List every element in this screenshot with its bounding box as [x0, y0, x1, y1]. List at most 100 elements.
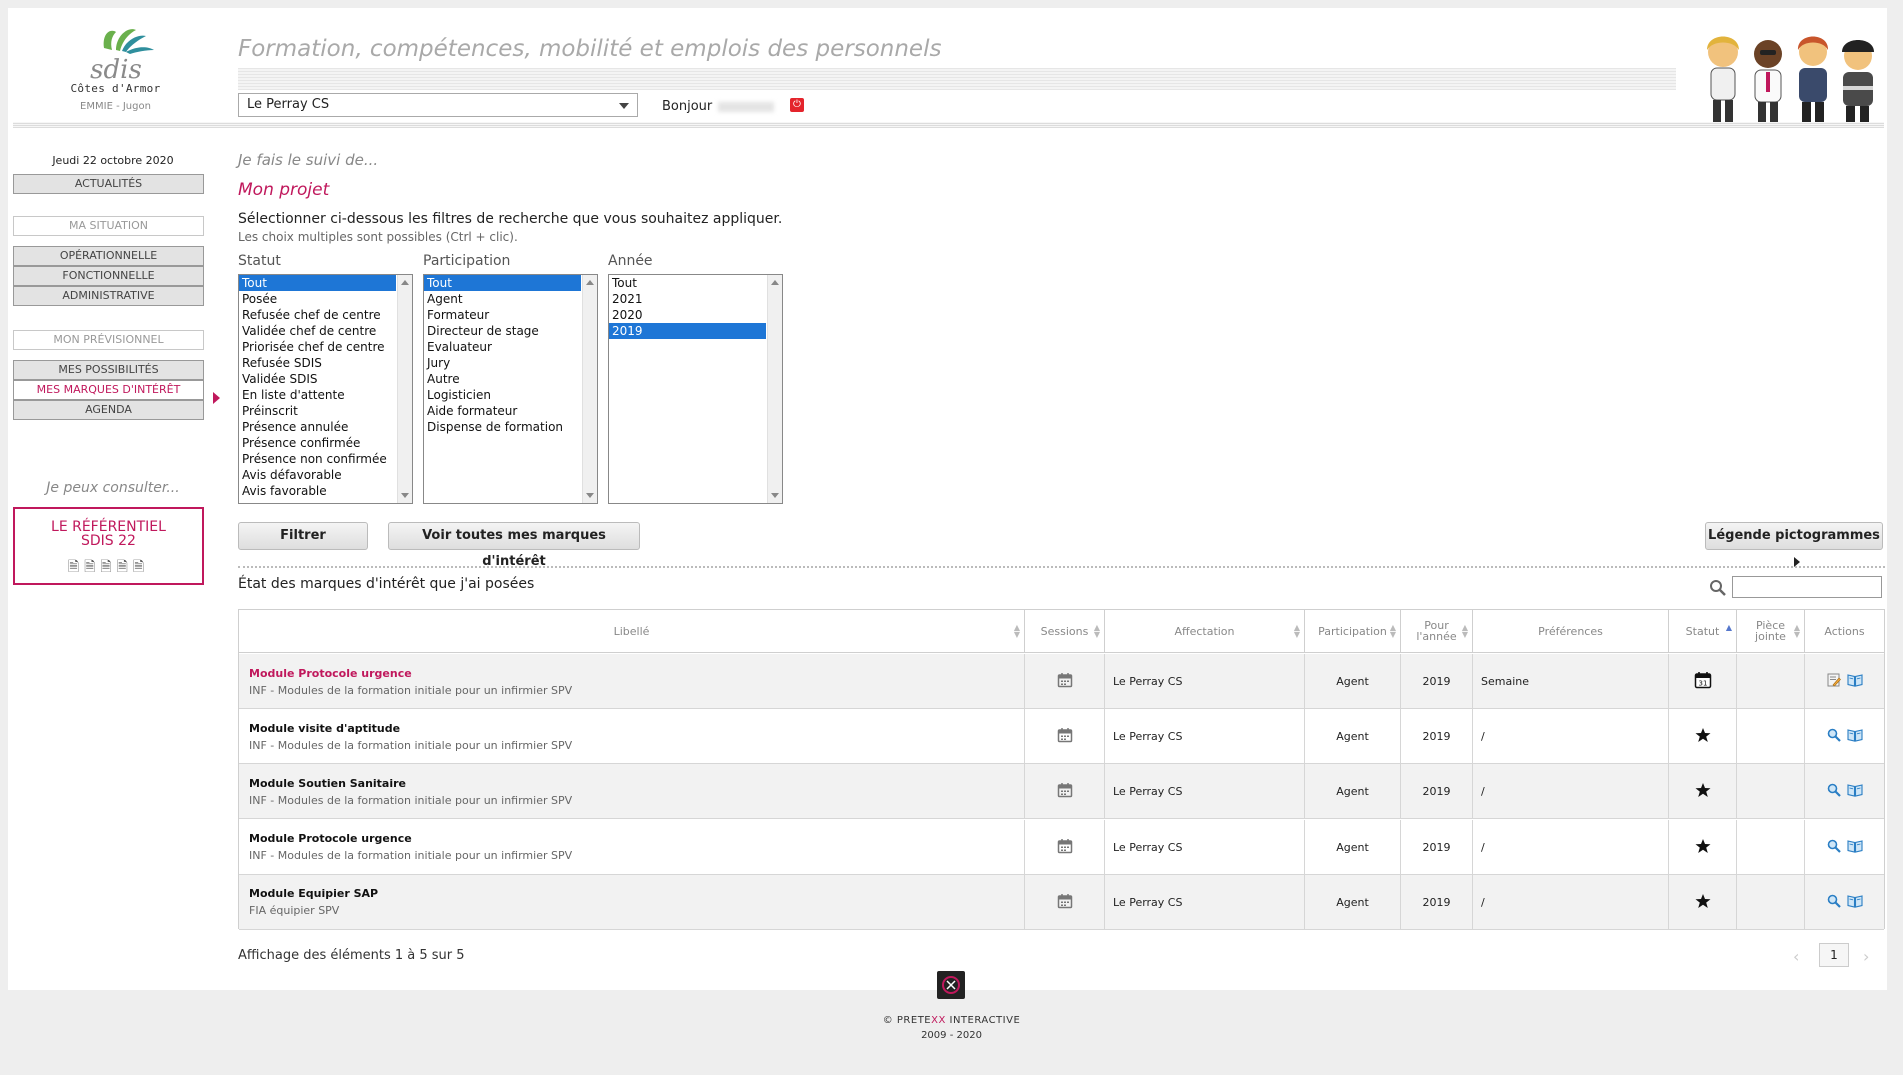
listbox-option[interactable]: Validée chef de centre [239, 323, 396, 339]
listbox-option[interactable]: En liste d'attente [239, 387, 396, 403]
book-icon[interactable] [1846, 728, 1863, 745]
sidebar-item-fonctionnelle[interactable]: FONCTIONNELLE [13, 266, 204, 286]
site-select[interactable]: Le Perray CS [238, 93, 638, 117]
pretexx-logo[interactable] [937, 971, 965, 999]
listbox-option[interactable]: Validée SDIS [239, 371, 396, 387]
listbox-option[interactable]: Directeur de stage [424, 323, 581, 339]
listbox-option[interactable]: Posée [239, 291, 396, 307]
sessions-calendar-icon[interactable] [1057, 838, 1073, 857]
sidebar-item-administrative[interactable]: ADMINISTRATIVE [13, 286, 204, 306]
view-details-icon[interactable] [1827, 839, 1841, 856]
column-header-annee[interactable]: Pour l'année ▲ ▼ [1401, 610, 1473, 653]
listbox-option[interactable]: Tout [239, 275, 396, 291]
actions-cell [1805, 875, 1884, 930]
document-icon[interactable]: 🗎 [117, 559, 133, 575]
annee-listbox[interactable]: Tout 2021 2020 2019 [608, 274, 783, 504]
listbox-option[interactable]: Tout [609, 275, 766, 291]
sidebar-item-agenda[interactable]: AGENDA [13, 400, 204, 420]
column-header-preferences[interactable]: Préférences [1473, 610, 1669, 653]
sidebar-heading-previsionnel[interactable]: MON PRÉVISIONNEL [13, 330, 204, 350]
listbox-option[interactable]: 2020 [609, 307, 766, 323]
edit-icon[interactable] [1827, 673, 1841, 690]
table-row[interactable]: Module Protocole urgence INF - Modules de… [239, 654, 1884, 709]
listbox-option[interactable]: Dispense de formation [424, 419, 581, 435]
listbox-option[interactable]: Tout [424, 275, 581, 291]
listbox-option[interactable]: Logisticien [424, 387, 581, 403]
sort-icon: ▲ ▼ [1389, 623, 1396, 639]
legend-button[interactable]: Légende pictogrammes [1705, 522, 1883, 567]
scrollbar[interactable] [767, 275, 782, 503]
listbox-option[interactable]: Préinscrit [239, 403, 396, 419]
scroll-up-icon [586, 280, 594, 285]
sessions-calendar-icon[interactable] [1057, 893, 1073, 912]
module-title[interactable]: Module Equipier SAP [249, 887, 378, 900]
scrollbar[interactable] [397, 275, 412, 503]
sidebar-heading-situation[interactable]: MA SITUATION [13, 216, 204, 236]
participation-listbox[interactable]: Tout Agent Formateur Directeur de stage Eval… [423, 274, 598, 504]
listbox-option[interactable]: Priorisée chef de centre [239, 339, 396, 355]
book-icon[interactable] [1846, 783, 1863, 800]
next-page-button[interactable]: › [1863, 947, 1869, 966]
table-row[interactable]: Module Equipier SAP FIA équipier SPV Le Pe… [239, 874, 1884, 930]
sidebar-item-marques-interet[interactable]: MES MARQUES D'INTÉRÊT [13, 380, 204, 400]
book-icon[interactable] [1846, 894, 1863, 911]
listbox-option[interactable]: Autre [424, 371, 581, 387]
listbox-option[interactable]: Présence annulée [239, 419, 396, 435]
sessions-calendar-icon[interactable] [1057, 727, 1073, 746]
column-header-statut[interactable]: Statut ▲ [1669, 610, 1737, 653]
view-details-icon[interactable] [1827, 783, 1841, 800]
listbox-option[interactable]: 2021 [609, 291, 766, 307]
book-icon[interactable] [1846, 839, 1863, 856]
module-subtitle: INF - Modules de la formation initiale p… [249, 849, 573, 863]
listbox-option[interactable]: Formateur [424, 307, 581, 323]
module-title[interactable]: Module Soutien Sanitaire [249, 777, 406, 790]
staff-characters-illustration [1707, 36, 1874, 126]
listbox-option[interactable]: 2019 [609, 323, 766, 339]
listbox-option[interactable]: Présence confirmée [239, 435, 396, 451]
column-header-piece-jointe[interactable]: Pièce jointe ▲ ▼ [1737, 610, 1805, 653]
previous-page-button[interactable]: ‹ [1793, 947, 1799, 966]
table-row[interactable]: Module visite d'aptitude INF - Modules de… [239, 709, 1884, 765]
referential-link[interactable]: LE RÉFÉRENTIEL SDIS 22 🗎🗎🗎🗎🗎 [13, 507, 204, 585]
filter-button[interactable]: Filtrer [238, 522, 368, 550]
column-header-participation[interactable]: Participation ▲ ▼ [1305, 610, 1401, 653]
page-1-button[interactable]: 1 [1819, 943, 1849, 967]
listbox-option[interactable]: Aide formateur [424, 403, 581, 419]
view-details-icon[interactable] [1827, 894, 1841, 911]
listbox-option[interactable]: Refusée SDIS [239, 355, 396, 371]
table-row[interactable]: Module Soutien Sanitaire INF - Modules de… [239, 764, 1884, 820]
module-title[interactable]: Module visite d'aptitude [249, 722, 400, 735]
power-icon[interactable]: ⏻ [790, 98, 804, 112]
listbox-option[interactable]: Présence non confirmée [239, 451, 396, 467]
sidebar-news-button[interactable]: ACTUALITÉS [13, 174, 204, 194]
book-icon[interactable] [1846, 673, 1863, 690]
scroll-down-icon [586, 493, 594, 498]
view-details-icon[interactable] [1827, 728, 1841, 745]
sidebar-item-possibilites[interactable]: MES POSSIBILITÉS [13, 360, 204, 380]
document-icon[interactable]: 🗎 [68, 559, 84, 575]
sessions-calendar-icon[interactable] [1057, 782, 1073, 801]
listbox-option[interactable]: Evaluateur [424, 339, 581, 355]
module-title[interactable]: Module Protocole urgence [249, 667, 412, 680]
sidebar-item-operationnelle[interactable]: OPÉRATIONNELLE [13, 246, 204, 266]
listbox-option[interactable]: Jury [424, 355, 581, 371]
module-title[interactable]: Module Protocole urgence [249, 832, 412, 845]
sdis-logo[interactable]: sdis Côtes d'Armor EMMIE - Jugon [53, 20, 178, 120]
table-search-input[interactable] [1732, 576, 1882, 598]
listbox-option[interactable]: Agent [424, 291, 581, 307]
listbox-option[interactable]: Avis favorable [239, 483, 396, 499]
column-header-affectation[interactable]: Affectation ▲ ▼ [1105, 610, 1305, 653]
column-header-libelle[interactable]: Libellé ▲ ▼ [239, 610, 1025, 653]
scrollbar[interactable] [582, 275, 597, 503]
statut-listbox[interactable]: Tout Posée Refusée chef de centre Validée c… [238, 274, 413, 504]
sessions-calendar-icon[interactable] [1057, 672, 1073, 691]
current-date: Jeudi 22 octobre 2020 [52, 154, 174, 167]
show-all-interests-button[interactable]: Voir toutes mes marques d'intérêt [388, 522, 640, 569]
listbox-option[interactable]: Avis défavorable [239, 467, 396, 483]
document-icon[interactable]: 🗎 [133, 559, 149, 575]
listbox-option[interactable]: Refusée chef de centre [239, 307, 396, 323]
table-row[interactable]: Module Protocole urgence INF - Modules de… [239, 819, 1884, 875]
column-header-sessions[interactable]: Sessions ▲ ▼ [1025, 610, 1105, 653]
document-icon[interactable]: 🗎 [100, 559, 116, 575]
document-icon[interactable]: 🗎 [84, 559, 100, 575]
